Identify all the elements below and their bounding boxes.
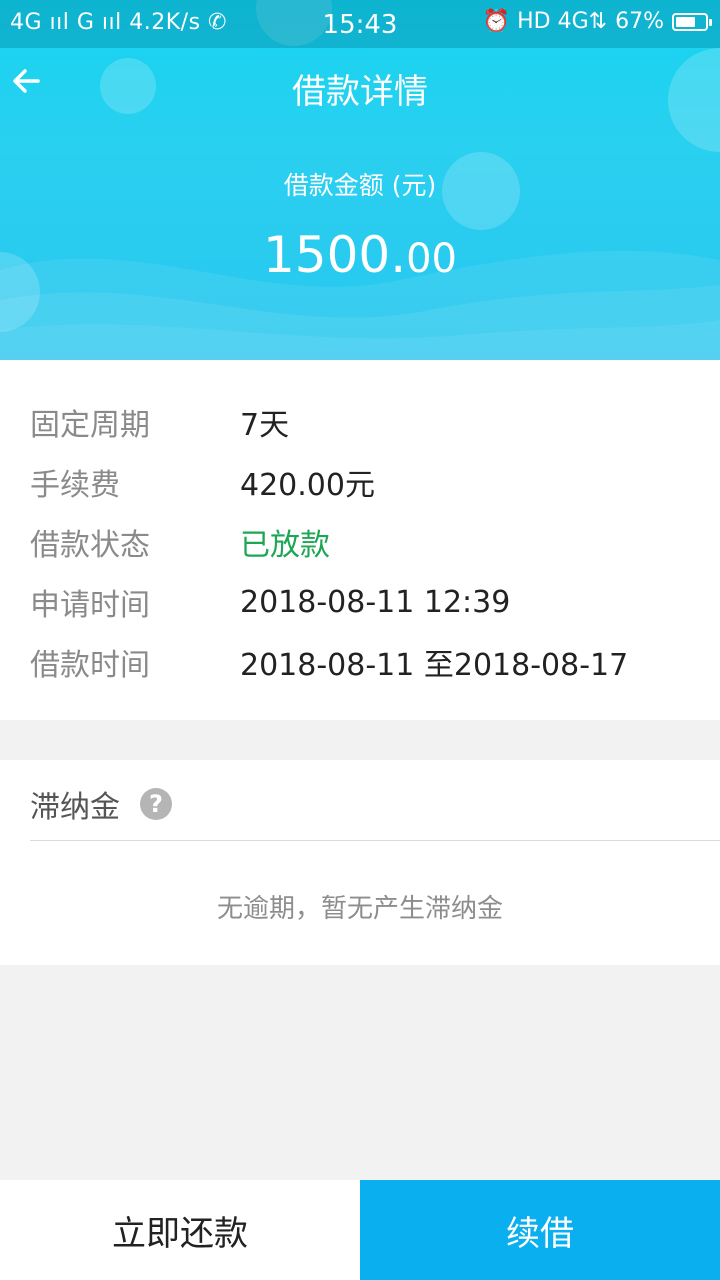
detail-row-apply-time: 申请时间 2018-08-11 12:39 <box>30 580 510 624</box>
help-icon[interactable]: ? <box>140 788 172 820</box>
renew-loan-button[interactable]: 续借 <box>360 1180 720 1280</box>
divider <box>30 840 720 841</box>
page-title: 借款详情 <box>292 72 428 112</box>
loan-details: 固定周期 7天 手续费 420.00元 借款状态 已放款 申请时间 2018-0… <box>0 360 720 720</box>
alarm-hd-4g-icons: ⏰ HD 4G⇅ <box>482 9 608 34</box>
late-fee-section: 滞纳金 ? 无逾期，暂无产生滞纳金 <box>0 760 720 965</box>
header: 4G ııl G ııl 4.2K/s ✆ 15:43 ⏰ HD 4G⇅ 67%… <box>0 0 720 360</box>
detail-row-fee: 手续费 420.00元 <box>30 460 375 504</box>
battery-percent: 67% <box>615 9 664 34</box>
detail-label: 借款时间 <box>30 648 150 683</box>
amount-decimal: 00 <box>406 236 458 282</box>
repay-now-button[interactable]: 立即还款 <box>0 1180 360 1280</box>
detail-label: 手续费 <box>30 468 120 503</box>
late-fee-header: 滞纳金 ? <box>30 782 172 826</box>
detail-label: 借款状态 <box>30 528 150 563</box>
detail-value: 2018-08-11 至2018-08-17 <box>240 648 629 683</box>
status-icons: ⏰ HD 4G⇅ 67% <box>482 9 712 34</box>
late-fee-message: 无逾期，暂无产生滞纳金 <box>216 894 503 924</box>
status-value: 已放款 <box>240 528 330 563</box>
late-fee-title: 滞纳金 <box>30 790 120 825</box>
detail-label: 申请时间 <box>30 588 150 623</box>
amount-label: 借款金额 (元) <box>283 171 437 200</box>
detail-value: 2018-08-11 12:39 <box>240 584 511 620</box>
status-bar: 4G ııl G ııl 4.2K/s ✆ 15:43 ⏰ HD 4G⇅ 67% <box>0 0 720 48</box>
detail-row-status: 借款状态 已放款 <box>30 520 330 564</box>
detail-value: 420.00元 <box>240 468 375 503</box>
detail-row-period: 固定周期 7天 <box>30 400 289 444</box>
battery-icon <box>672 12 712 31</box>
loan-amount: 1500.00 <box>0 226 720 284</box>
amount-integer: 1500. <box>262 226 407 284</box>
detail-row-loan-time: 借款时间 2018-08-11 至2018-08-17 <box>30 640 628 684</box>
detail-value: 7天 <box>240 408 290 443</box>
detail-label: 固定周期 <box>30 408 150 443</box>
